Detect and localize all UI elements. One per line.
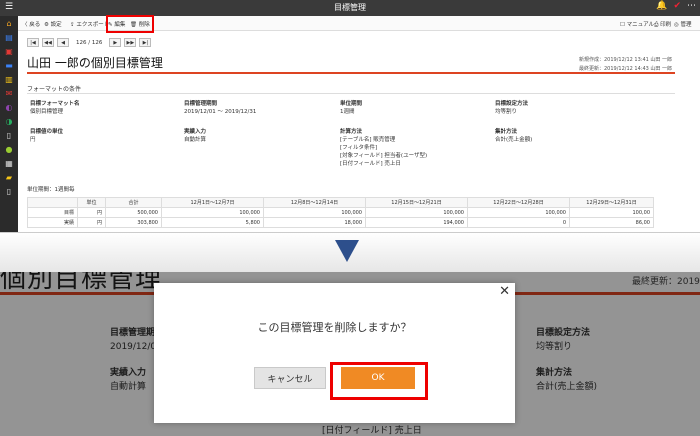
cancel-button[interactable]: キャンセル	[254, 367, 326, 389]
more-icon[interactable]: ⋯	[687, 1, 696, 11]
bubble-icon[interactable]: ●	[0, 142, 18, 156]
first-record-button[interactable]: |◀	[27, 38, 39, 47]
check-logo-icon[interactable]: ✔	[673, 1, 681, 11]
database-icon[interactable]: ▤	[0, 30, 18, 44]
folder-icon[interactable]: ▰	[0, 170, 18, 184]
field-target-unit: 目標値の単位円	[30, 129, 64, 143]
created-info: 新規作成：2019/12/12 13:41 山田 一郎	[579, 57, 672, 63]
field-format-name: 目標フォーマット名 個別目標管理	[30, 101, 80, 115]
format-section-heading: フォーマットの条件	[27, 86, 82, 93]
delete-confirm-dialog: ✕ この目標管理を削除しますか？ キャンセル OK	[154, 283, 515, 423]
tutorial-figure: ☰ 目標管理 🔔 ✔ ⋯ ⌂ ▤ ▣ ▬ ▥ ✉ ◐ ◑ ▯ ● ▦ ▰ ▯ 〈…	[0, 0, 700, 436]
field-aggregation: 集計方法 合計(売上金額)	[495, 129, 533, 143]
app-screenshot: ☰ 目標管理 🔔 ✔ ⋯ ⌂ ▤ ▣ ▬ ▥ ✉ ◐ ◑ ▯ ● ▦ ▰ ▯ 〈…	[0, 0, 700, 232]
table-row: 目標 円 500,000 100,000 100,000 100,000 100…	[27, 207, 654, 218]
prev-page-button[interactable]: ◀◀	[42, 38, 54, 47]
title-bar-icons: 🔔 ✔ ⋯	[656, 1, 696, 11]
last-record-button[interactable]: ▶|	[139, 38, 152, 47]
unit-period-label: 単位期間：1週間毎	[27, 187, 75, 193]
window-title: 目標管理	[334, 3, 366, 12]
title-divider	[27, 72, 675, 74]
title-bar: ☰ 目標管理 🔔 ✔ ⋯	[0, 0, 700, 16]
section-divider	[27, 93, 675, 94]
record-counter: 126 / 126	[76, 39, 103, 46]
home-icon[interactable]: ⌂	[0, 16, 18, 30]
support-icon[interactable]: ◑	[0, 114, 18, 128]
confirm-message: この目標管理を削除しますか？	[257, 321, 412, 334]
next-record-button[interactable]: ▶	[109, 38, 122, 47]
notes-icon[interactable]: ▦	[0, 156, 18, 170]
delete-highlight-box	[106, 15, 154, 33]
prev-record-button[interactable]: ◀	[57, 38, 69, 47]
record-pager: |◀ ◀◀ ◀ 126 / 126 ▶ ▶▶ ▶|	[27, 38, 152, 47]
mail-icon[interactable]: ✉	[0, 86, 18, 100]
next-page-button[interactable]: ▶▶	[124, 38, 137, 47]
back-button[interactable]: 〈 戻る	[22, 20, 40, 28]
field-period: 目標管理期間 2019/12/01 ～ 2019/12/31	[184, 101, 257, 115]
export-button[interactable]: ⇪ エクスポート	[70, 20, 109, 28]
close-icon[interactable]: ✕	[499, 284, 510, 299]
field-calc-method: 計算方法 [テーブル名] 販売管理 [フィルタ条件] [対象フィールド] 担当者…	[340, 129, 428, 167]
bank-icon[interactable]: ▥	[0, 72, 18, 86]
app-icon[interactable]: ▣	[0, 44, 18, 58]
field-target-method: 目標設定方法 均等割り	[495, 101, 529, 115]
table-header-row: 単位 合計 12月1日～12月7日 12月8日～12月14日 12月15日～12…	[27, 197, 654, 208]
settings-button[interactable]: ⚙ 設定	[44, 20, 62, 28]
field-actual-input: 実績入力 自動計算	[184, 129, 207, 143]
manual-link[interactable]: ☐ マニュアル	[620, 20, 654, 28]
left-icon-sidebar: ⌂ ▤ ▣ ▬ ▥ ✉ ◐ ◑ ▯ ● ▦ ▰ ▯	[0, 16, 18, 232]
manage-button[interactable]: ◎ 管理	[674, 20, 692, 28]
table-row: 実績 円 303,800 5,800 18,000 194,000 0 86,0…	[27, 217, 654, 228]
record-title: 山田 一郎の個別目標管理	[27, 56, 163, 70]
document-icon[interactable]: ▯	[0, 128, 18, 142]
print-button[interactable]: ⎙ 印刷	[654, 20, 671, 29]
field-unit-period: 単位期間 1週間	[340, 101, 363, 115]
bell-icon[interactable]: 🔔	[656, 1, 667, 11]
headset-icon[interactable]: ◐	[0, 100, 18, 114]
file-icon[interactable]: ▯	[0, 184, 18, 198]
target-table: 単位 合計 12月1日～12月7日 12月8日～12月14日 12月15日～12…	[27, 197, 654, 228]
ok-highlight-box	[330, 362, 428, 400]
chat-icon[interactable]: ▬	[0, 58, 18, 72]
down-arrow-icon	[335, 240, 359, 262]
